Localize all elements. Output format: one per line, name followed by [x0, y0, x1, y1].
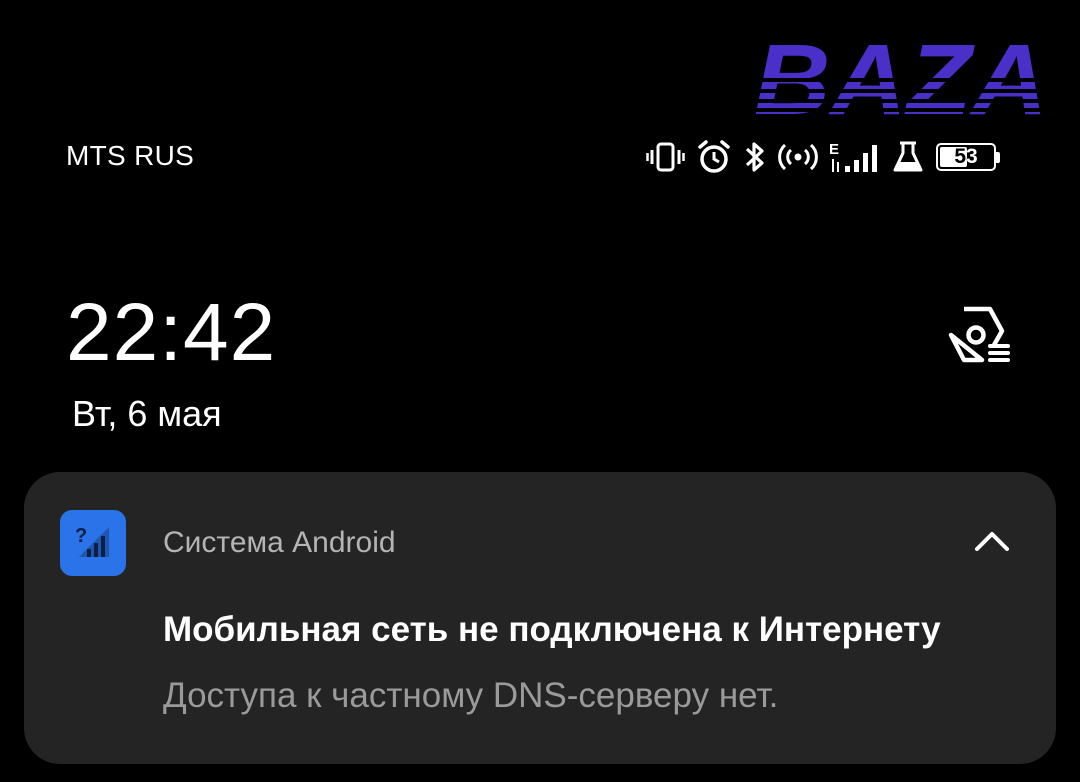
- vibrate-icon: [646, 141, 686, 173]
- lockscreen-settings-button[interactable]: [942, 302, 1014, 368]
- notification-title: Мобильная сеть не подключена к Интернету: [163, 610, 941, 649]
- bluetooth-icon: [742, 139, 768, 175]
- notification-card[interactable]: ? Система Android Мобильная сеть не подк…: [24, 472, 1056, 764]
- no-internet-signal-icon: ?: [60, 510, 126, 576]
- status-icons: E 53: [646, 138, 1000, 176]
- svg-text:?: ?: [75, 525, 87, 547]
- hexagon-gear-icon: [948, 306, 1010, 363]
- lockscreen-time: 22:42: [66, 287, 277, 378]
- notification-body: Доступа к частному DNS-серверу нет.: [163, 676, 779, 715]
- notification-collapse-button[interactable]: [972, 526, 1012, 556]
- hotspot-icon: [778, 142, 818, 172]
- lock-screen: BAZA MTS RUS E 53 22:42 Вт, 6 мая ? Сист…: [0, 0, 1080, 782]
- baza-watermark-text: BAZA: [754, 38, 1048, 120]
- chevron-up-icon: [975, 532, 1009, 551]
- lockscreen-date: Вт, 6 мая: [72, 393, 222, 434]
- signal-icon: E: [828, 140, 882, 174]
- alarm-icon: [696, 139, 732, 175]
- battery-level: 53: [954, 145, 978, 168]
- network-type-label: E: [829, 141, 839, 158]
- baza-watermark-logo: BAZA: [752, 38, 1050, 120]
- battery-icon: 53: [936, 143, 1000, 171]
- flask-icon: [892, 140, 924, 174]
- notification-app-name: Система Android: [163, 526, 396, 559]
- carrier-name: MTS RUS: [66, 140, 195, 171]
